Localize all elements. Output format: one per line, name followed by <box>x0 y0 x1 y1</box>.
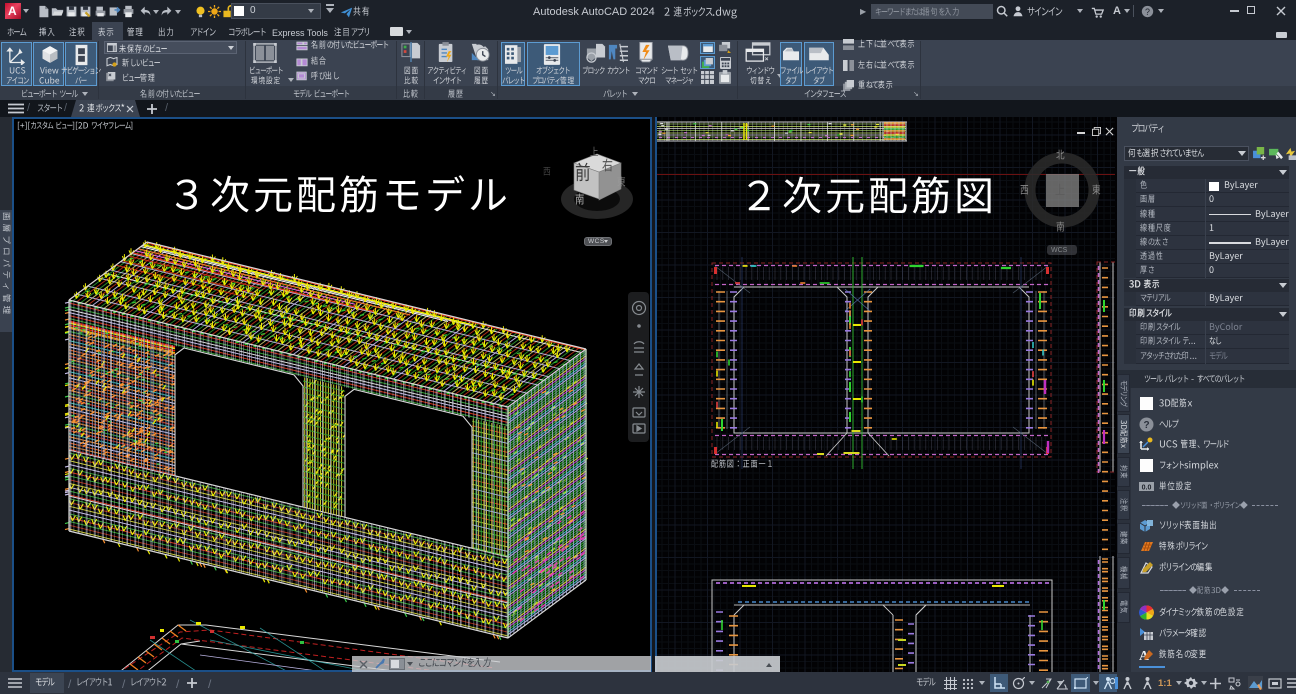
svg-text:?: ? <box>1143 420 1149 431</box>
svg-text:?: ? <box>1145 7 1150 17</box>
svg-text:0.0: 0.0 <box>1142 485 1152 492</box>
